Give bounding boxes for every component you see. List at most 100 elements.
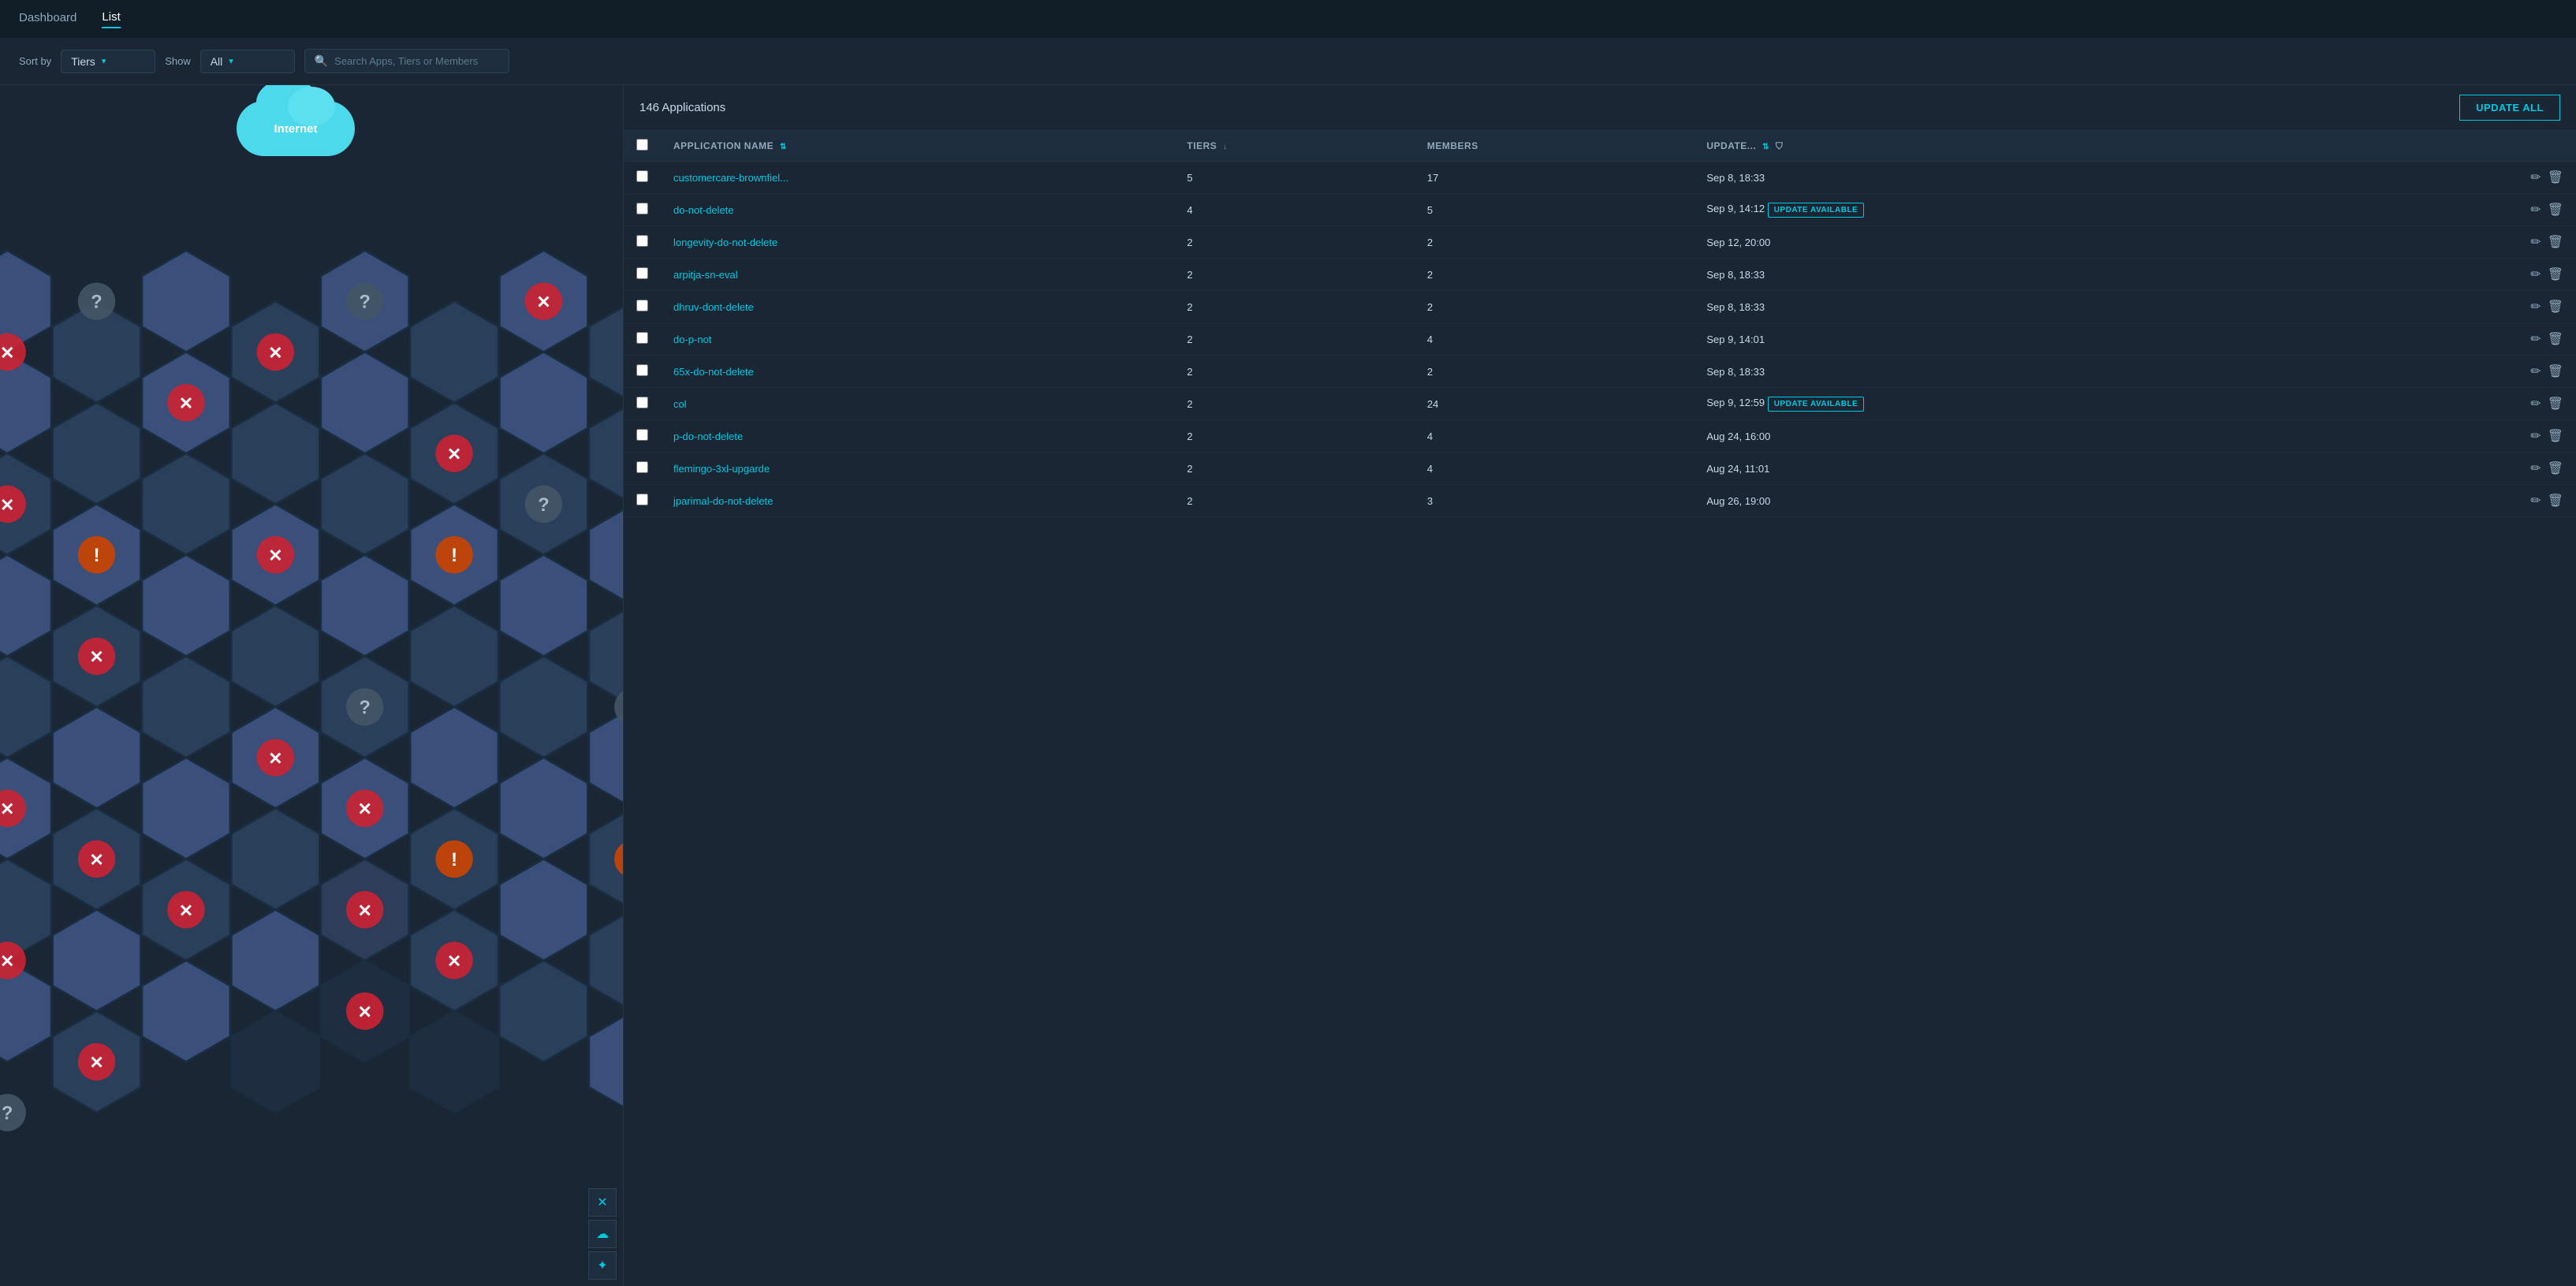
row-select-9[interactable] [636, 461, 648, 473]
table-row: longevity-do-not-delete 2 2 Sep 12, 20:0… [624, 226, 2576, 259]
table-row: col 2 24 Sep 9, 12:59 UPDATE AVAILABLE ✏… [624, 388, 2576, 420]
row-members-6: 2 [1415, 356, 1694, 388]
map-close-btn[interactable]: ✕ [588, 1188, 617, 1217]
app-name-link-7[interactable]: col [673, 398, 687, 410]
row-app-name-5: do-p-not [661, 323, 1174, 356]
edit-icon-5[interactable]: ✏ [2530, 331, 2541, 347]
delete-icon-8[interactable]: 🗑 [2548, 428, 2563, 444]
table-header-row: Application Name ⇅ Tiers ↓ Members Updat… [624, 131, 2576, 162]
svg-text:✕: ✕ [268, 748, 282, 768]
row-select-0[interactable] [636, 170, 648, 182]
app-name-link-2[interactable]: longevity-do-not-delete [673, 237, 777, 248]
row-app-name-1: do-not-delete [661, 194, 1174, 226]
delete-icon-9[interactable]: 🗑 [2548, 460, 2563, 476]
row-actions-8: ✏ 🗑 [2363, 420, 2576, 453]
delete-icon-0[interactable]: 🗑 [2548, 170, 2563, 185]
edit-icon-4[interactable]: ✏ [2530, 299, 2541, 315]
svg-text:✕: ✕ [268, 343, 282, 363]
row-select-8[interactable] [636, 429, 648, 441]
delete-icon-3[interactable]: 🗑 [2548, 267, 2563, 282]
row-select-5[interactable] [636, 332, 648, 344]
nav-dashboard[interactable]: Dashboard [19, 11, 76, 28]
delete-icon-4[interactable]: 🗑 [2548, 299, 2563, 315]
map-cloud-btn[interactable]: ☁ [588, 1220, 617, 1248]
row-tiers-6: 2 [1174, 356, 1414, 388]
delete-icon-1[interactable]: 🗑 [2548, 202, 2563, 218]
row-updated-3: Sep 8, 18:33 [1694, 259, 2363, 291]
row-app-name-9: flemingo-3xl-upgarde [661, 453, 1174, 485]
row-checkbox-3 [624, 259, 661, 291]
tiers-sort-icon: ↓ [1223, 143, 1228, 151]
delete-icon-7[interactable]: 🗑 [2548, 396, 2563, 412]
update-available-badge-1[interactable]: UPDATE AVAILABLE [1768, 203, 1865, 218]
delete-icon-6[interactable]: 🗑 [2548, 363, 2563, 379]
svg-text:✕: ✕ [179, 393, 193, 413]
nav-list[interactable]: List [102, 10, 120, 28]
delete-icon-2[interactable]: 🗑 [2548, 234, 2563, 250]
row-select-6[interactable] [636, 364, 648, 376]
row-app-name-3: arpitja-sn-eval [661, 259, 1174, 291]
app-count: 146 Applications [639, 101, 725, 114]
row-members-5: 4 [1415, 323, 1694, 356]
row-app-name-8: p-do-not-delete [661, 420, 1174, 453]
row-members-3: 2 [1415, 259, 1694, 291]
edit-icon-7[interactable]: ✏ [2530, 396, 2541, 412]
app-name-link-8[interactable]: p-do-not-delete [673, 431, 743, 442]
list-panel: 146 Applications UPDATE ALL Application … [623, 85, 2576, 1286]
update-all-button[interactable]: UPDATE ALL [2459, 95, 2560, 121]
edit-icon-10[interactable]: ✏ [2530, 493, 2541, 509]
edit-icon-3[interactable]: ✏ [2530, 267, 2541, 282]
app-name-link-4[interactable]: dhruv-dont-delete [673, 301, 754, 313]
app-name-link-10[interactable]: jparimal-do-not-delete [673, 495, 773, 507]
app-name-link-1[interactable]: do-not-delete [673, 204, 734, 216]
update-filter-icon[interactable]: ⛉ [1776, 140, 1784, 151]
edit-icon-2[interactable]: ✏ [2530, 234, 2541, 250]
col-app-name[interactable]: Application Name ⇅ [661, 131, 1174, 162]
show-label: Show [165, 55, 191, 67]
col-tiers[interactable]: Tiers ↓ [1174, 131, 1414, 162]
row-app-name-0: customercare-brownfiel... [661, 162, 1174, 194]
row-select-7[interactable] [636, 397, 648, 408]
edit-icon-0[interactable]: ✏ [2530, 170, 2541, 185]
row-select-2[interactable] [636, 235, 648, 247]
sort-by-label: Sort by [19, 55, 51, 67]
delete-icon-5[interactable]: 🗑 [2548, 331, 2563, 347]
row-updated-7: Sep 9, 12:59 UPDATE AVAILABLE [1694, 388, 2363, 420]
row-select-4[interactable] [636, 300, 648, 311]
update-available-badge-7[interactable]: UPDATE AVAILABLE [1768, 397, 1865, 412]
svg-text:✕: ✕ [268, 546, 282, 565]
top-nav: Dashboard List [0, 0, 2576, 38]
app-name-link-3[interactable]: arpitja-sn-eval [673, 269, 738, 281]
search-box[interactable]: 🔍 [304, 49, 509, 73]
row-actions-9: ✏ 🗑 [2363, 453, 2576, 485]
search-input[interactable] [334, 55, 499, 67]
row-app-name-10: jparimal-do-not-delete [661, 485, 1174, 517]
col-updated[interactable]: Update... ⇅ ⛉ [1694, 131, 2363, 162]
delete-icon-10[interactable]: 🗑 [2548, 493, 2563, 509]
sort-by-select[interactable]: Tiers ▾ [61, 50, 155, 73]
row-checkbox-5 [624, 323, 661, 356]
row-select-10[interactable] [636, 494, 648, 505]
row-select-1[interactable] [636, 203, 648, 214]
row-actions-4: ✏ 🗑 [2363, 291, 2576, 323]
app-name-link-9[interactable]: flemingo-3xl-upgarde [673, 463, 770, 475]
svg-text:✕: ✕ [0, 952, 14, 971]
svg-text:✕: ✕ [357, 800, 371, 819]
row-app-name-4: dhruv-dont-delete [661, 291, 1174, 323]
edit-icon-8[interactable]: ✏ [2530, 428, 2541, 444]
edit-icon-1[interactable]: ✏ [2530, 202, 2541, 218]
map-settings-btn[interactable]: ✦ [588, 1251, 617, 1280]
row-tiers-4: 2 [1174, 291, 1414, 323]
show-select[interactable]: All ▾ [200, 50, 295, 73]
main-layout: Internet [0, 85, 2576, 1286]
app-name-link-5[interactable]: do-p-not [673, 334, 711, 345]
app-name-link-6[interactable]: 65x-do-not-delete [673, 366, 754, 378]
row-checkbox-1 [624, 194, 661, 226]
update-sort-icon: ⇅ [1762, 143, 1769, 151]
edit-icon-9[interactable]: ✏ [2530, 460, 2541, 476]
row-members-10: 3 [1415, 485, 1694, 517]
app-name-link-0[interactable]: customercare-brownfiel... [673, 172, 788, 184]
edit-icon-6[interactable]: ✏ [2530, 363, 2541, 379]
row-select-3[interactable] [636, 267, 648, 279]
select-all-checkbox[interactable] [636, 139, 648, 151]
